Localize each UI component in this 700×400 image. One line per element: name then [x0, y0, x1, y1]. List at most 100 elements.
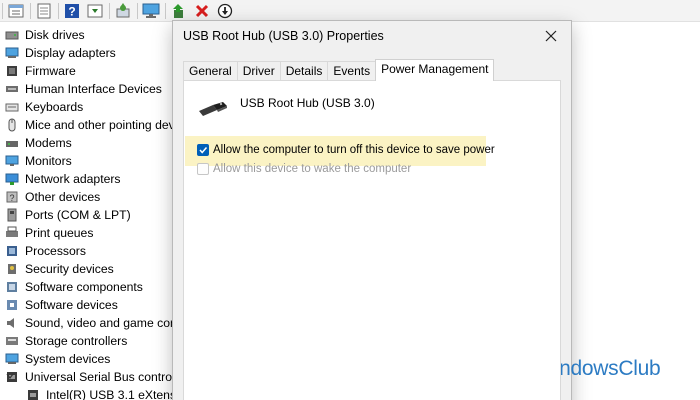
toolbar-separator [137, 2, 138, 19]
tree-item-label: Sound, video and game controllers [25, 316, 180, 330]
svg-text:?: ? [9, 193, 14, 203]
help-icon[interactable]: ? [63, 2, 81, 20]
port-icon [7, 208, 17, 222]
tree-item-modems[interactable]: Modems [0, 134, 180, 152]
tree-item-label: Disk drives [25, 28, 85, 42]
storage-controller-icon [6, 337, 18, 345]
tree-item-label: Other devices [25, 190, 101, 204]
tree-item-label: Security devices [25, 262, 114, 276]
tree-item-label: Modems [25, 136, 72, 150]
tree-item-sound-video-and-game-controllers[interactable]: Sound, video and game controllers [0, 314, 180, 332]
properties-dialog: USB Root Hub (USB 3.0) Properties Genera… [172, 20, 572, 400]
tab-details[interactable]: Details [279, 61, 329, 81]
tree-item-label: Mice and other pointing devices [25, 118, 180, 132]
tree-item-label: Intel(R) USB 3.1 eXtensible Host Control… [46, 388, 180, 400]
tree-item-label: Ports (COM & LPT) [25, 208, 131, 222]
toolbar-separator [109, 2, 110, 19]
allow-wake-checkbox [197, 163, 209, 175]
toolbar-separator [165, 2, 166, 19]
tab-driver[interactable]: Driver [236, 61, 281, 81]
tree-item-label: System devices [25, 352, 111, 366]
tab-general[interactable]: General [183, 61, 238, 81]
processor-icon [7, 246, 17, 256]
tree-item-label: Storage controllers [25, 334, 128, 348]
tree-item-keyboards[interactable]: Keyboards [0, 98, 180, 116]
toolbar-separator [30, 2, 31, 19]
monitor-icon[interactable] [142, 2, 160, 20]
keyboard-icon [5, 103, 19, 112]
allow-turn-off-label: Allow the computer to turn off this devi… [213, 144, 495, 156]
device-tree: Disk drives Display adapters Firmware Human… [0, 26, 180, 400]
dialog-title: USB Root Hub (USB 3.0) Properties [183, 29, 384, 43]
usb-device-icon [197, 101, 229, 120]
scan-hardware-icon[interactable] [114, 2, 132, 20]
tree-item-label: Display adapters [25, 46, 116, 60]
tree-item-label: Processors [25, 244, 86, 258]
tree-item-label: Monitors [25, 154, 72, 168]
chevron-down-icon[interactable] [6, 372, 14, 380]
tree-item-network-adapters[interactable]: Network adapters [0, 170, 180, 188]
tree-item-display-adapters[interactable]: Display adapters [0, 44, 180, 62]
power-management-panel [183, 80, 561, 400]
tree-item-label: Network adapters [25, 172, 121, 186]
allow-wake-label: Allow this device to wake the computer [213, 163, 412, 175]
monitor-icon [5, 155, 19, 166]
properties-icon[interactable] [35, 2, 53, 20]
tree-item-label: Print queues [25, 226, 94, 240]
tree-item-other-devices[interactable]: ? Other devices [0, 188, 180, 206]
uninstall-icon[interactable] [193, 2, 211, 20]
tree-item-label: Firmware [25, 64, 76, 78]
printer-icon [6, 226, 18, 237]
usb-controller-icon [28, 390, 38, 400]
tree-item-label: Software devices [25, 298, 118, 312]
checkmark-icon [199, 147, 208, 154]
toolbar-separator [2, 2, 3, 19]
tree-item-firmware[interactable]: Firmware [0, 62, 180, 80]
close-button[interactable] [537, 25, 565, 47]
tree-item-software-devices[interactable]: Software devices [0, 296, 180, 314]
tab-strip: General Driver Details Events Power Mana… [183, 59, 495, 81]
modem-icon [6, 141, 18, 147]
tree-item-disk-drives[interactable]: Disk drives [0, 26, 180, 44]
tree-view-icon[interactable] [7, 2, 25, 20]
tree-item-processors[interactable]: Processors [0, 242, 180, 260]
tab-power-management[interactable]: Power Management [375, 59, 495, 81]
allow-turn-off-checkbox[interactable] [197, 144, 209, 156]
tree-item-human-interface-devices[interactable]: Human Interface Devices [0, 80, 180, 98]
tree-item-storage-controllers[interactable]: Storage controllers [0, 332, 180, 350]
tree-item-label: Human Interface Devices [25, 82, 162, 96]
tree-item-print-queues[interactable]: Print queues [0, 224, 180, 242]
toolbar-separator [58, 2, 59, 19]
tree-item-system-devices[interactable]: System devices [0, 350, 180, 368]
close-icon [545, 30, 557, 42]
tree-item-mice-and-other-pointing-devices[interactable]: Mice and other pointing devices [0, 116, 180, 134]
speaker-icon [7, 318, 14, 328]
software-component-icon [7, 282, 17, 292]
software-device-icon [7, 300, 17, 310]
mouse-icon [8, 118, 16, 132]
tree-item-ports-com-lpt[interactable]: Ports (COM & LPT) [0, 206, 180, 224]
other-device-icon: ? [6, 191, 18, 203]
tree-item-universal-serial-bus-controllers[interactable]: Universal Serial Bus controllers [0, 368, 180, 386]
option-allow-turn-off[interactable]: Allow the computer to turn off this devi… [197, 144, 495, 156]
firmware-icon [7, 66, 17, 76]
tree-item-security-devices[interactable]: Security devices [0, 260, 180, 278]
security-device-icon [8, 264, 16, 274]
tree-item-intel-r-usb-3-1-extensible-host-controller[interactable]: Intel(R) USB 3.1 eXtensible Host Control… [0, 386, 180, 400]
tree-item-monitors[interactable]: Monitors [0, 152, 180, 170]
tree-item-label: Universal Serial Bus controllers [25, 370, 180, 384]
expand-icon[interactable] [86, 2, 104, 20]
device-name: USB Root Hub (USB 3.0) [240, 96, 375, 110]
update-driver-icon[interactable] [170, 2, 188, 20]
download-icon[interactable] [216, 2, 234, 20]
network-adapter-icon [5, 173, 19, 185]
tree-item-label: Keyboards [25, 100, 84, 114]
tree-item-label: Software components [25, 280, 143, 294]
hid-icon [6, 86, 18, 92]
tree-item-software-components[interactable]: Software components [0, 278, 180, 296]
option-allow-wake: Allow this device to wake the computer [197, 163, 411, 175]
tab-events[interactable]: Events [327, 61, 377, 81]
device-manager-toolbar: ? [0, 0, 700, 22]
disk-drive-icon [5, 31, 19, 40]
system-device-icon [5, 353, 19, 364]
